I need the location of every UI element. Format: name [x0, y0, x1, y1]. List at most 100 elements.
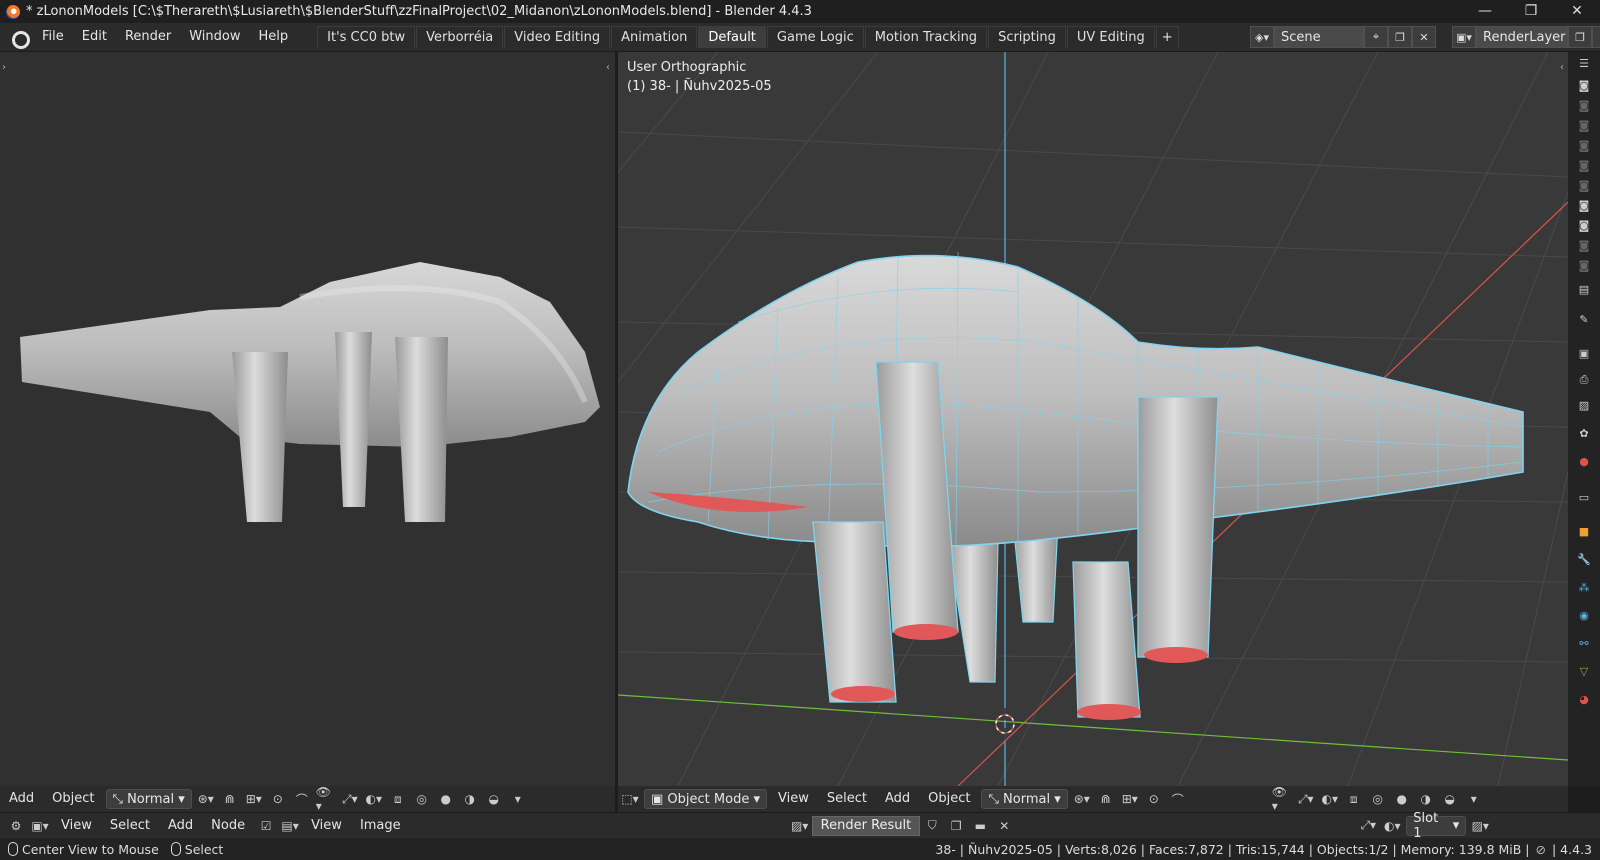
- camera-icon[interactable]: ◙: [1574, 216, 1594, 236]
- menu-render[interactable]: Render: [116, 23, 180, 51]
- solid-shading-icon[interactable]: ●: [436, 789, 456, 809]
- image-overlay-icon[interactable]: ◐▾: [1382, 816, 1402, 836]
- image-browse-icon[interactable]: ▨▾: [790, 816, 810, 836]
- viewport-select-menu[interactable]: Select: [818, 786, 876, 812]
- delete-scene-icon[interactable]: ✕: [1412, 26, 1436, 48]
- snap-icon[interactable]: ⋒: [220, 789, 240, 809]
- falloff-icon[interactable]: ⌒: [1168, 789, 1188, 809]
- scene-icon[interactable]: ◈▾: [1250, 26, 1274, 48]
- scene-name-field[interactable]: Scene: [1274, 26, 1364, 48]
- world-properties-icon[interactable]: ●: [1574, 452, 1594, 472]
- snap-target-icon[interactable]: ⊞▾: [244, 789, 264, 809]
- image-editor-area[interactable]: [0, 52, 615, 786]
- image-image-menu[interactable]: Image: [351, 813, 410, 839]
- unlink-image-icon[interactable]: ✕: [994, 816, 1014, 836]
- node-view-menu[interactable]: View: [52, 813, 101, 839]
- node-add-menu[interactable]: Add: [159, 813, 202, 839]
- camera-icon[interactable]: ◙: [1574, 116, 1594, 136]
- new-layer-icon[interactable]: ❐: [1568, 26, 1592, 48]
- delete-layer-icon[interactable]: ✕: [1592, 26, 1600, 48]
- camera-icon[interactable]: ◙: [1574, 176, 1594, 196]
- proportional-icon[interactable]: ⊙: [268, 789, 288, 809]
- add-workspace-button[interactable]: +: [1155, 26, 1179, 48]
- left-orientation-dropdown[interactable]: ⤡ Normal ▾: [105, 789, 192, 809]
- material-shading-icon[interactable]: ◑: [1416, 789, 1436, 809]
- falloff-icon[interactable]: ⌒: [292, 789, 312, 809]
- object-properties-icon[interactable]: ■: [1574, 522, 1594, 542]
- rendered-shading-icon[interactable]: ◒: [484, 789, 504, 809]
- image-view-menu[interactable]: View: [302, 813, 351, 839]
- view-layer-icon[interactable]: ▨: [1574, 396, 1594, 416]
- visibility-icon[interactable]: 👁▾: [316, 785, 336, 813]
- camera-icon[interactable]: ◙: [1574, 196, 1594, 216]
- scene-properties-icon[interactable]: ✿: [1574, 424, 1594, 444]
- editor-type-icon[interactable]: ⚙: [6, 816, 26, 836]
- left-object-menu[interactable]: Object: [43, 786, 103, 812]
- slot-dropdown[interactable]: Slot 1 ▾: [1406, 811, 1467, 841]
- tab-verborreia[interactable]: Verborréia: [416, 26, 504, 48]
- tab-animation[interactable]: Animation: [611, 26, 698, 48]
- tab-motion-tracking[interactable]: Motion Tracking: [864, 26, 988, 48]
- outliner-icon[interactable]: ☰: [1574, 54, 1594, 74]
- tab-scripting[interactable]: Scripting: [988, 26, 1066, 48]
- maximize-button[interactable]: ❐: [1508, 0, 1554, 23]
- mode-dropdown[interactable]: ▣ Object Mode ▾: [644, 789, 767, 809]
- left-region-toggle-icon[interactable]: ›: [2, 62, 6, 73]
- camera-icon[interactable]: ◙: [1574, 156, 1594, 176]
- material-shading-icon[interactable]: ◑: [460, 789, 480, 809]
- use-nodes-checkbox[interactable]: ☑: [256, 816, 276, 836]
- pivot-icon[interactable]: ⊛▾: [1072, 789, 1092, 809]
- collection-properties-icon[interactable]: ▭: [1574, 488, 1594, 508]
- gizmo-icon[interactable]: ⤢▾: [1296, 789, 1316, 809]
- close-button[interactable]: ✕: [1554, 0, 1600, 23]
- tab-video-editing[interactable]: Video Editing: [504, 26, 611, 48]
- properties-editor-icon[interactable]: ▤: [1574, 280, 1594, 300]
- render-properties-icon[interactable]: ▣: [1574, 344, 1594, 364]
- image-gizmo-icon[interactable]: ⤢▾: [1358, 816, 1378, 836]
- xray-icon[interactable]: ⧈: [1344, 789, 1364, 809]
- viewport-add-menu[interactable]: Add: [876, 786, 919, 812]
- data-properties-icon[interactable]: ▽: [1574, 662, 1594, 682]
- tool-icon[interactable]: ✎: [1574, 310, 1594, 330]
- tab-uv-editing[interactable]: UV Editing: [1066, 26, 1155, 48]
- pivot-icon[interactable]: ⊛▾: [196, 789, 216, 809]
- new-image-icon[interactable]: ❐: [946, 816, 966, 836]
- 3d-viewport[interactable]: User Orthographic (1) 38- | Ñuhv2025-05 …: [618, 52, 1568, 786]
- viewport-sidebar-toggle-icon[interactable]: ‹: [1560, 62, 1564, 73]
- tab-cc0[interactable]: It's CC0 btw: [317, 26, 416, 48]
- blender-menu-icon[interactable]: [9, 28, 30, 49]
- node-select-menu[interactable]: Select: [101, 813, 159, 839]
- camera-icon[interactable]: ◙: [1574, 96, 1594, 116]
- image-editor-type-icon[interactable]: ▤▾: [280, 816, 300, 836]
- fake-user-icon[interactable]: ⛉: [922, 816, 942, 836]
- particles-icon[interactable]: ⁂: [1574, 578, 1594, 598]
- output-properties-icon[interactable]: ⎙: [1574, 370, 1594, 390]
- modifier-properties-icon[interactable]: 🔧: [1574, 550, 1594, 570]
- menu-help[interactable]: Help: [250, 23, 298, 51]
- node-node-menu[interactable]: Node: [202, 813, 254, 839]
- camera-icon[interactable]: ◙: [1574, 256, 1594, 276]
- physics-icon[interactable]: ◉: [1574, 606, 1594, 626]
- menu-window[interactable]: Window: [180, 23, 249, 51]
- solid-shading-icon[interactable]: ●: [1392, 789, 1412, 809]
- render-layer-field[interactable]: RenderLayer: [1476, 26, 1568, 48]
- shading-options-icon[interactable]: ▾: [508, 789, 528, 809]
- render-layer-icon[interactable]: ▣▾: [1452, 26, 1476, 48]
- shading-options-icon[interactable]: ▾: [1464, 789, 1484, 809]
- material-properties-icon[interactable]: ◕: [1574, 690, 1594, 710]
- display-channels-icon[interactable]: ▨▾: [1470, 816, 1490, 836]
- wireframe-shading-icon[interactable]: ◎: [412, 789, 432, 809]
- left-region-collapse-icon[interactable]: ‹: [606, 62, 610, 73]
- menu-file[interactable]: File: [33, 23, 73, 51]
- camera-icon[interactable]: ◙: [1574, 136, 1594, 156]
- menu-edit[interactable]: Edit: [73, 23, 116, 51]
- viewport-object-menu[interactable]: Object: [919, 786, 979, 812]
- snap-target-icon[interactable]: ⊞▾: [1120, 789, 1140, 809]
- constraints-icon[interactable]: ⚯: [1574, 634, 1594, 654]
- camera-icon[interactable]: ◙: [1574, 236, 1594, 256]
- overlay-icon[interactable]: ◐▾: [364, 789, 384, 809]
- editor-type-icon[interactable]: ⬚▾: [620, 789, 640, 809]
- left-add-menu[interactable]: Add: [0, 786, 43, 812]
- xray-icon[interactable]: ⧈: [388, 789, 408, 809]
- overlay-icon[interactable]: ◐▾: [1320, 789, 1340, 809]
